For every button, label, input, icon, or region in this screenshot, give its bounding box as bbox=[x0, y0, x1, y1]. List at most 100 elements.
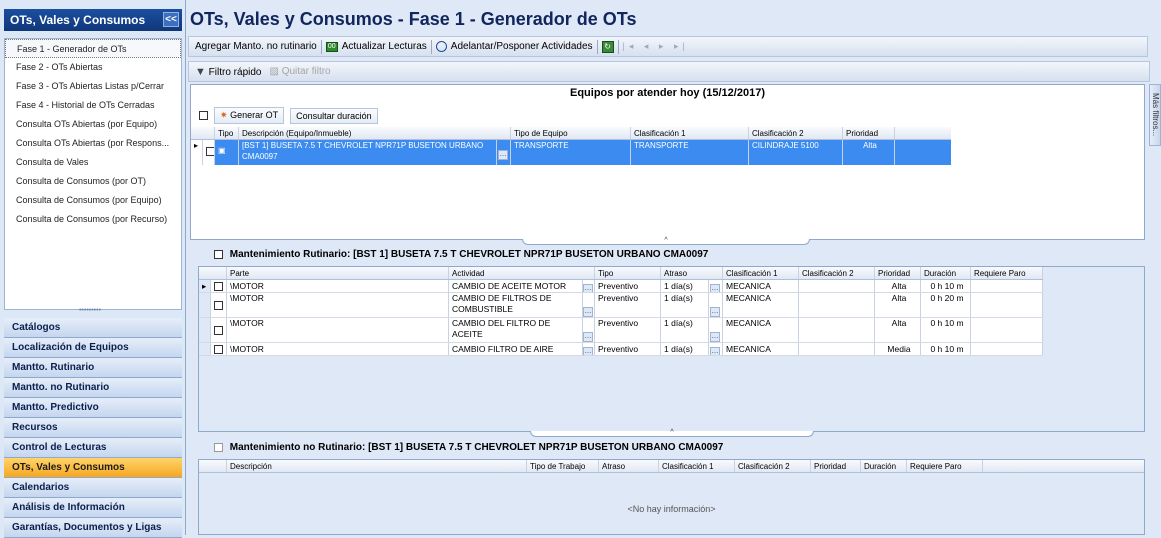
actividad-cell: CAMBIO DE FILTROS DE COMBUSTIBLE bbox=[449, 293, 583, 317]
group-calendarios[interactable]: Calendarios bbox=[4, 478, 182, 498]
equipo-clasificacion1: TRANSPORTE bbox=[631, 140, 749, 165]
filter-button[interactable]: ▼ Filtro rápido bbox=[195, 66, 261, 78]
group-mantto-rutinario[interactable]: Mantto. Rutinario bbox=[4, 358, 182, 378]
sidebar-list: Fase 1 - Generador de OTs Fase 2 - OTs A… bbox=[4, 38, 182, 310]
ellipsis-button[interactable]: … bbox=[709, 343, 723, 355]
clock-icon bbox=[435, 41, 447, 52]
sidebar-item-vales[interactable]: Consulta de Vales bbox=[5, 153, 181, 172]
col-tipo-trabajo[interactable]: Tipo de Trabajo bbox=[527, 460, 599, 472]
ellipsis-button[interactable]: … bbox=[497, 140, 511, 165]
sidebar-item-ots-equipo[interactable]: Consulta OTs Abiertas (por Equipo) bbox=[5, 115, 181, 134]
col-descripcion[interactable]: Descripción bbox=[227, 460, 527, 472]
no-rutinario-panel: Descripción Tipo de Trabajo Atraso Clasi… bbox=[198, 459, 1145, 535]
ellipsis-button[interactable]: … bbox=[709, 293, 723, 317]
col-prioridad[interactable]: Prioridad bbox=[843, 127, 895, 139]
group-localizacion[interactable]: Localización de Equipos bbox=[4, 338, 182, 358]
group-recursos[interactable]: Recursos bbox=[4, 418, 182, 438]
ellipsis-button[interactable]: … bbox=[583, 280, 595, 292]
sidebar-item-consumos-recurso[interactable]: Consulta de Consumos (por Recurso) bbox=[5, 210, 181, 229]
group-mantto-no-rutinario[interactable]: Mantto. no Rutinario bbox=[4, 378, 182, 398]
sidebar-item-consumos-equipo[interactable]: Consulta de Consumos (por Equipo) bbox=[5, 191, 181, 210]
col-atraso[interactable]: Atraso bbox=[661, 267, 723, 279]
col-parte[interactable]: Parte bbox=[227, 267, 449, 279]
tipo-cell: Preventivo bbox=[595, 293, 661, 317]
generar-ot-button[interactable]: ✷ Generar OT bbox=[214, 107, 285, 124]
col-duracion[interactable]: Duración bbox=[921, 267, 971, 279]
col-clasificacion2[interactable]: Clasificación 2 bbox=[799, 267, 875, 279]
col-actividad[interactable]: Actividad bbox=[449, 267, 595, 279]
sidebar-item-fase2[interactable]: Fase 2 - OTs Abiertas bbox=[5, 58, 181, 77]
ellipsis-button[interactable]: … bbox=[709, 280, 723, 292]
no-rutinario-select-all-checkbox[interactable] bbox=[214, 442, 223, 452]
row-checkbox[interactable] bbox=[211, 293, 227, 317]
actualizar-lecturas-button[interactable]: Actualizar Lecturas bbox=[342, 41, 427, 52]
row-checkbox[interactable] bbox=[211, 343, 227, 355]
col-clasificacion2[interactable]: Clasificación 2 bbox=[749, 127, 843, 139]
row-checkbox[interactable] bbox=[203, 140, 215, 165]
col-prioridad[interactable]: Prioridad bbox=[811, 460, 861, 472]
sidebar-item-fase4[interactable]: Fase 4 - Historial de OTs Cerradas bbox=[5, 96, 181, 115]
agregar-mantto-button[interactable]: Agregar Manto. no rutinario bbox=[195, 41, 317, 52]
ellipsis-button[interactable]: … bbox=[583, 318, 595, 342]
adelantar-posponer-button[interactable]: Adelantar/Posponer Actividades bbox=[451, 41, 593, 52]
rutinario-select-all-checkbox[interactable] bbox=[214, 249, 223, 259]
sidebar-item-fase3[interactable]: Fase 3 - OTs Abiertas Listas p/Cerrar bbox=[5, 77, 181, 96]
ellipsis-button[interactable]: … bbox=[583, 293, 595, 317]
col-tipo[interactable]: Tipo bbox=[595, 267, 661, 279]
col-prioridad[interactable]: Prioridad bbox=[875, 267, 921, 279]
col-descripcion[interactable]: Descripción (Equipo/Inmueble) bbox=[239, 127, 511, 139]
equipo-prioridad: Alta bbox=[843, 140, 895, 165]
select-all-checkbox[interactable] bbox=[199, 111, 208, 120]
sidebar-splitter-grip[interactable]: ••••••••• bbox=[60, 307, 120, 315]
col-atraso[interactable]: Atraso bbox=[599, 460, 659, 472]
col-clasificacion1[interactable]: Clasificación 1 bbox=[659, 460, 735, 472]
col-clasificacion2[interactable]: Clasificación 2 bbox=[735, 460, 811, 472]
parte-cell: \MOTOR bbox=[227, 280, 449, 292]
row-indicator bbox=[199, 318, 211, 342]
row-checkbox[interactable] bbox=[211, 280, 227, 292]
table-row[interactable]: \MOTOR CAMBIO DE FILTROS DE COMBUSTIBLE … bbox=[199, 293, 1043, 318]
group-analisis[interactable]: Análisis de Información bbox=[4, 498, 182, 518]
rutinario-panel: Parte Actividad Tipo Atraso Clasificació… bbox=[198, 266, 1145, 432]
page-title: OTs, Vales y Consumos - Fase 1 - Generad… bbox=[190, 9, 637, 29]
row-checkbox[interactable] bbox=[211, 318, 227, 342]
sidebar: OTs, Vales y Consumos << Fase 1 - Genera… bbox=[0, 0, 186, 538]
group-catalogos[interactable]: Catálogos bbox=[4, 318, 182, 338]
refresh-icon[interactable]: ↻ bbox=[601, 40, 614, 53]
record-navigation-icon[interactable]: |◂ ◂ ▸ ▸| bbox=[623, 41, 689, 52]
sidebar-item-fase1[interactable]: Fase 1 - Generador de OTs bbox=[5, 39, 181, 58]
ellipsis-button[interactable]: … bbox=[583, 343, 595, 355]
table-row[interactable]: ▸ \MOTOR CAMBIO DE ACEITE MOTOR … Preven… bbox=[199, 280, 1043, 293]
sidebar-item-consumos-ot[interactable]: Consulta de Consumos (por OT) bbox=[5, 172, 181, 191]
no-rutinario-header: Mantenimiento no Rutinario: [BST 1] BUSE… bbox=[214, 442, 723, 453]
group-control-lecturas[interactable]: Control de Lecturas bbox=[4, 438, 182, 458]
empty-message: <No hay información> bbox=[627, 504, 716, 514]
clear-filter-button[interactable]: ▧ Quitar filtro bbox=[269, 66, 330, 77]
collapse-sidebar-button[interactable]: << bbox=[163, 12, 179, 27]
mas-filtros-tab[interactable]: Más filtros... bbox=[1149, 84, 1161, 146]
col-duracion[interactable]: Duración bbox=[861, 460, 907, 472]
actividad-cell: CAMBIO DEL FILTRO DE ACEITE bbox=[449, 318, 583, 342]
table-row[interactable]: \MOTOR CAMBIO FILTRO DE AIRE … Preventiv… bbox=[199, 343, 1043, 356]
table-row[interactable]: \MOTOR CAMBIO DEL FILTRO DE ACEITE … Pre… bbox=[199, 318, 1043, 343]
group-mantto-predictivo[interactable]: Mantto. Predictivo bbox=[4, 398, 182, 418]
col-tipo[interactable]: Tipo bbox=[215, 127, 239, 139]
col-requiere-paro[interactable]: Requiere Paro bbox=[971, 267, 1043, 279]
panel-splitter[interactable]: ^ bbox=[522, 237, 810, 245]
group-ots-vales-consumos[interactable]: OTs, Vales y Consumos bbox=[4, 458, 182, 478]
col-requiere-paro[interactable]: Requiere Paro bbox=[907, 460, 983, 472]
consultar-duracion-button[interactable]: Consultar duración bbox=[290, 107, 378, 124]
table-row[interactable]: ▸ ▣ [BST 1] BUSETA 7.5 T CHEVROLET NPR71… bbox=[191, 140, 951, 165]
generar-icon: ✷ bbox=[220, 110, 228, 120]
sidebar-item-ots-responsable[interactable]: Consulta OTs Abiertas (por Respons... bbox=[5, 134, 181, 153]
panel-splitter[interactable]: ^ bbox=[530, 429, 814, 437]
ellipsis-button[interactable]: … bbox=[709, 318, 723, 342]
col-clasificacion1[interactable]: Clasificación 1 bbox=[631, 127, 749, 139]
col-tipo-equipo[interactable]: Tipo de Equipo bbox=[511, 127, 631, 139]
sidebar-title: OTs, Vales y Consumos bbox=[10, 13, 146, 27]
actividad-cell: CAMBIO DE ACEITE MOTOR bbox=[449, 280, 583, 292]
col-clasificacion1[interactable]: Clasificación 1 bbox=[723, 267, 799, 279]
toolbar-separator bbox=[617, 39, 619, 54]
clasificacion1-cell: MECANICA bbox=[723, 318, 799, 342]
group-garantias[interactable]: Garantías, Documentos y Ligas bbox=[4, 518, 182, 538]
